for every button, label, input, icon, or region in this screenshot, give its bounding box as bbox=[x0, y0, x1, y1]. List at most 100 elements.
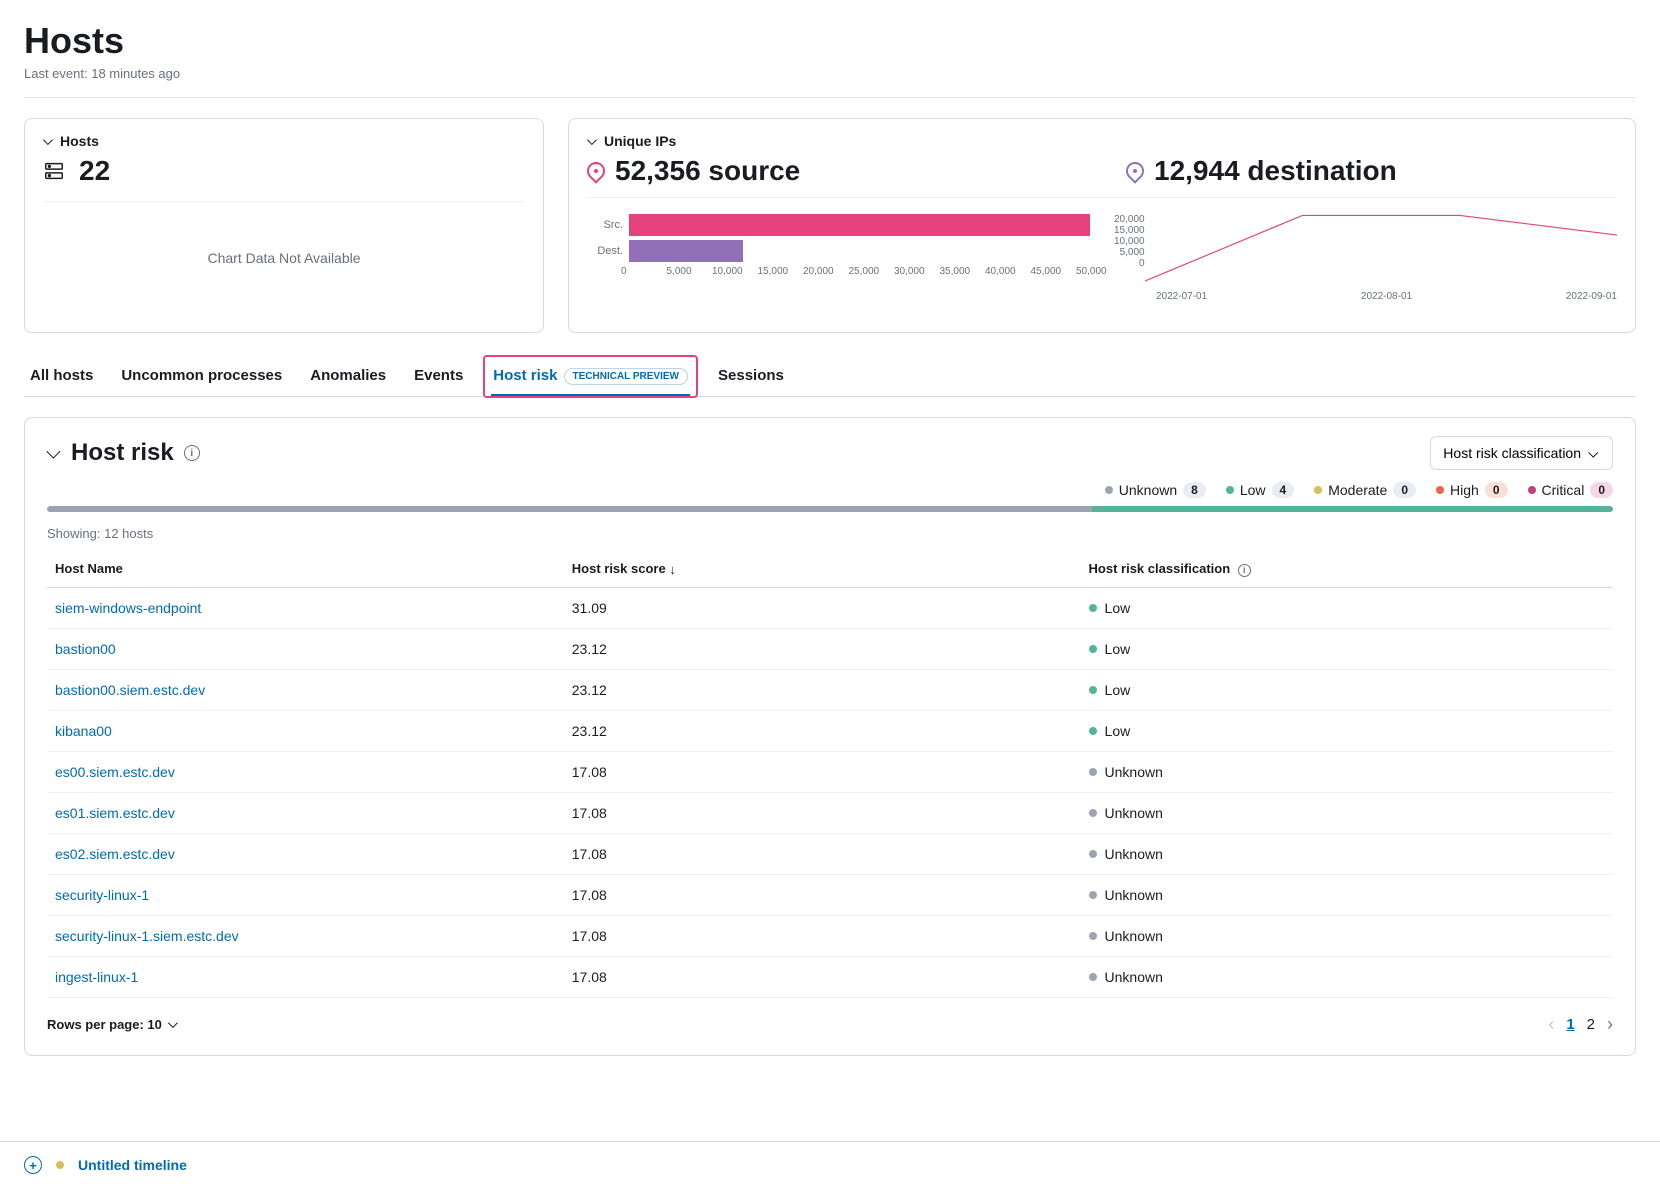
risk-class: Unknown bbox=[1105, 805, 1163, 821]
chevron-down-icon bbox=[168, 1018, 178, 1028]
risk-class: Low bbox=[1105, 723, 1131, 739]
ip-line-chart: 20,00015,00010,0005,0000 2022-07-012022-… bbox=[1114, 214, 1617, 302]
timeline-link[interactable]: Untitled timeline bbox=[78, 1157, 187, 1173]
risk-class: Unknown bbox=[1105, 969, 1163, 985]
last-event-text: Last event: 18 minutes ago bbox=[24, 66, 1636, 81]
host-link[interactable]: es01.siem.estc.dev bbox=[55, 805, 175, 821]
bar-label-dst: Dest. bbox=[587, 245, 629, 257]
tab-events[interactable]: Events bbox=[412, 357, 465, 396]
risk-class: Unknown bbox=[1105, 846, 1163, 862]
chevron-down-icon bbox=[46, 445, 60, 459]
table-row: es01.siem.estc.dev 17.08 Unknown bbox=[47, 792, 1613, 833]
page-1[interactable]: 1 bbox=[1566, 1016, 1574, 1033]
col-classification[interactable]: Host risk classification i bbox=[1081, 551, 1613, 587]
risk-class: Unknown bbox=[1105, 887, 1163, 903]
dest-pin-icon bbox=[1122, 158, 1147, 183]
panel-title: Host risk bbox=[71, 439, 174, 467]
technical-preview-badge: TECHNICAL PREVIEW bbox=[564, 368, 689, 385]
timeline-bar: + Untitled timeline bbox=[0, 1141, 1660, 1188]
host-link[interactable]: es02.siem.estc.dev bbox=[55, 846, 175, 862]
hosts-no-data: Chart Data Not Available bbox=[43, 201, 525, 314]
low-dot-icon bbox=[1089, 645, 1097, 653]
host-link[interactable]: es00.siem.estc.dev bbox=[55, 764, 175, 780]
table-row: bastion00.siem.estc.dev23.12Low bbox=[47, 669, 1613, 710]
page-title: Hosts bbox=[24, 20, 1636, 62]
unknown-dot-icon bbox=[1089, 809, 1097, 817]
hosts-card: Hosts 22 Chart Data Not Available bbox=[24, 118, 544, 333]
hosts-count: 22 bbox=[79, 155, 110, 187]
low-dot-icon bbox=[1089, 604, 1097, 612]
col-host-name[interactable]: Host Name bbox=[47, 551, 564, 587]
low-dot-icon bbox=[1089, 686, 1097, 694]
risk-score: 17.08 bbox=[564, 833, 1081, 874]
sort-desc-icon: ↓ bbox=[669, 562, 676, 577]
tab-host-risk[interactable]: Host riskTECHNICAL PREVIEW bbox=[491, 357, 690, 396]
hosts-card-label: Hosts bbox=[60, 133, 99, 149]
source-ip-count: 52,356 source bbox=[615, 155, 800, 187]
unknown-dot-icon bbox=[1089, 973, 1097, 981]
unknown-dot-icon bbox=[1089, 891, 1097, 899]
host-link[interactable]: ingest-linux-1 bbox=[55, 969, 138, 985]
table-row: es02.siem.estc.dev 17.08 Unknown bbox=[47, 833, 1613, 874]
risk-score: 17.08 bbox=[564, 792, 1081, 833]
info-icon[interactable]: i bbox=[1238, 564, 1251, 577]
pagination: ‹ 12 › bbox=[1548, 1014, 1613, 1035]
host-risk-panel: Host risk i Host risk classification Unk… bbox=[24, 417, 1636, 1056]
ips-card-header[interactable]: Unique IPs bbox=[587, 133, 1617, 149]
ips-card-label: Unique IPs bbox=[604, 133, 676, 149]
host-link[interactable]: siem-windows-endpoint bbox=[55, 600, 201, 616]
risk-score: 17.08 bbox=[564, 956, 1081, 997]
tab-sessions[interactable]: Sessions bbox=[716, 357, 786, 396]
dest-ip-count: 12,944 destination bbox=[1154, 155, 1397, 187]
legend-unknown[interactable]: Unknown8 bbox=[1105, 482, 1206, 498]
col-score[interactable]: Host risk score ↓ bbox=[564, 551, 1081, 587]
tab-all-hosts[interactable]: All hosts bbox=[28, 357, 95, 396]
risk-class: Low bbox=[1105, 600, 1131, 616]
host-link[interactable]: security-linux-1.siem.estc.dev bbox=[55, 928, 239, 944]
risk-score: 23.12 bbox=[564, 628, 1081, 669]
low-dot-icon bbox=[1089, 727, 1097, 735]
tabs: All hosts Uncommon processes Anomalies Even… bbox=[24, 357, 1636, 397]
source-pin-icon bbox=[583, 158, 608, 183]
moderate-dot-icon bbox=[1314, 486, 1322, 494]
page-2[interactable]: 2 bbox=[1587, 1016, 1595, 1033]
unknown-dot-icon bbox=[1089, 768, 1097, 776]
hosts-icon bbox=[43, 160, 65, 182]
bar-label-src: Src. bbox=[587, 219, 629, 231]
rows-per-page[interactable]: Rows per page: 10 bbox=[47, 1017, 179, 1032]
hosts-card-header[interactable]: Hosts bbox=[43, 133, 525, 149]
next-page-button[interactable]: › bbox=[1607, 1014, 1613, 1035]
critical-dot-icon bbox=[1528, 486, 1536, 494]
risk-score: 23.12 bbox=[564, 710, 1081, 751]
legend-critical[interactable]: Critical0 bbox=[1528, 482, 1613, 498]
risk-class: Low bbox=[1105, 641, 1131, 657]
chevron-down-icon bbox=[1588, 447, 1598, 457]
host-risk-table: Host Name Host risk score ↓ Host risk cl… bbox=[47, 551, 1613, 998]
add-timeline-button[interactable]: + bbox=[24, 1156, 42, 1174]
ip-bar-chart: Src. Dest. 05,00010,00015,00020,00025,00… bbox=[587, 214, 1090, 302]
risk-score: 17.08 bbox=[564, 751, 1081, 792]
classification-dropdown[interactable]: Host risk classification bbox=[1430, 436, 1613, 470]
legend-moderate[interactable]: Moderate0 bbox=[1314, 482, 1416, 498]
legend-low[interactable]: Low4 bbox=[1226, 482, 1294, 498]
tab-uncommon-processes[interactable]: Uncommon processes bbox=[119, 357, 284, 396]
risk-class: Unknown bbox=[1105, 764, 1163, 780]
info-icon[interactable]: i bbox=[184, 445, 200, 461]
prev-page-button[interactable]: ‹ bbox=[1548, 1014, 1554, 1035]
table-row: security-linux-1 17.08 Unknown bbox=[47, 874, 1613, 915]
host-link[interactable]: bastion00.siem.estc.dev bbox=[55, 682, 205, 698]
risk-score: 17.08 bbox=[564, 874, 1081, 915]
table-row: security-linux-1.siem.estc.dev17.08Unkno… bbox=[47, 915, 1613, 956]
legend-high[interactable]: High0 bbox=[1436, 482, 1507, 498]
unknown-dot-icon bbox=[1089, 932, 1097, 940]
risk-class: Low bbox=[1105, 682, 1131, 698]
risk-score: 31.09 bbox=[564, 587, 1081, 628]
table-row: kibana00 23.12 Low bbox=[47, 710, 1613, 751]
table-row: ingest-linux-1 17.08 Unknown bbox=[47, 956, 1613, 997]
showing-text: Showing: 12 hosts bbox=[47, 526, 1613, 541]
host-link[interactable]: kibana00 bbox=[55, 723, 112, 739]
host-link[interactable]: security-linux-1 bbox=[55, 887, 149, 903]
panel-title-row[interactable]: Host risk i bbox=[47, 439, 200, 467]
host-link[interactable]: bastion00 bbox=[55, 641, 116, 657]
tab-anomalies[interactable]: Anomalies bbox=[308, 357, 388, 396]
